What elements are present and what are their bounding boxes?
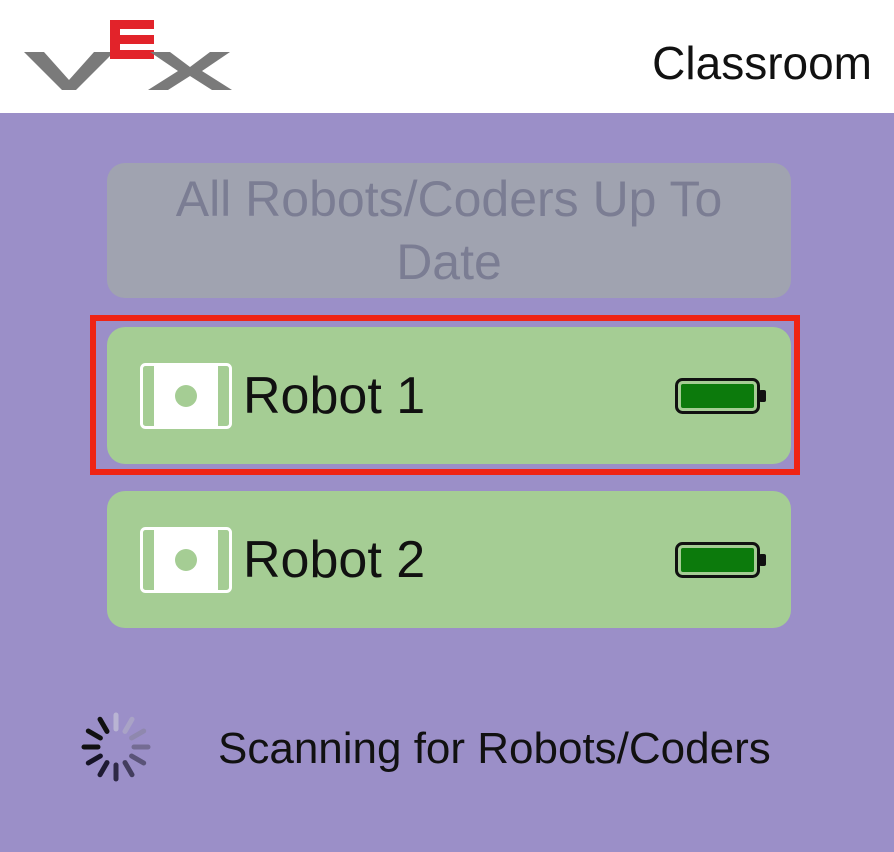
scan-status-text: Scanning for Robots/Coders bbox=[218, 724, 771, 773]
header-bar: Classroom bbox=[0, 0, 894, 113]
brain-icon bbox=[140, 527, 232, 593]
robot-name: Robot 2 bbox=[243, 531, 426, 589]
spinner-icon bbox=[81, 712, 151, 782]
robot-name: Robot 1 bbox=[243, 367, 426, 425]
battery-full-icon bbox=[675, 542, 766, 578]
robot-card-1[interactable]: Robot 1 bbox=[107, 327, 791, 464]
update-all-button[interactable]: All Robots/Coders Up To Date bbox=[107, 163, 791, 298]
vex-logo-icon bbox=[24, 20, 232, 90]
brain-icon bbox=[140, 363, 232, 429]
page-title: Classroom bbox=[652, 37, 872, 89]
scan-status: Scanning for Robots/Coders bbox=[0, 703, 894, 793]
robot-list-panel: All Robots/Coders Up To Date Robot 1 Rob… bbox=[0, 113, 894, 852]
robot-card-2[interactable]: Robot 2 bbox=[107, 491, 791, 628]
battery-full-icon bbox=[675, 378, 766, 414]
